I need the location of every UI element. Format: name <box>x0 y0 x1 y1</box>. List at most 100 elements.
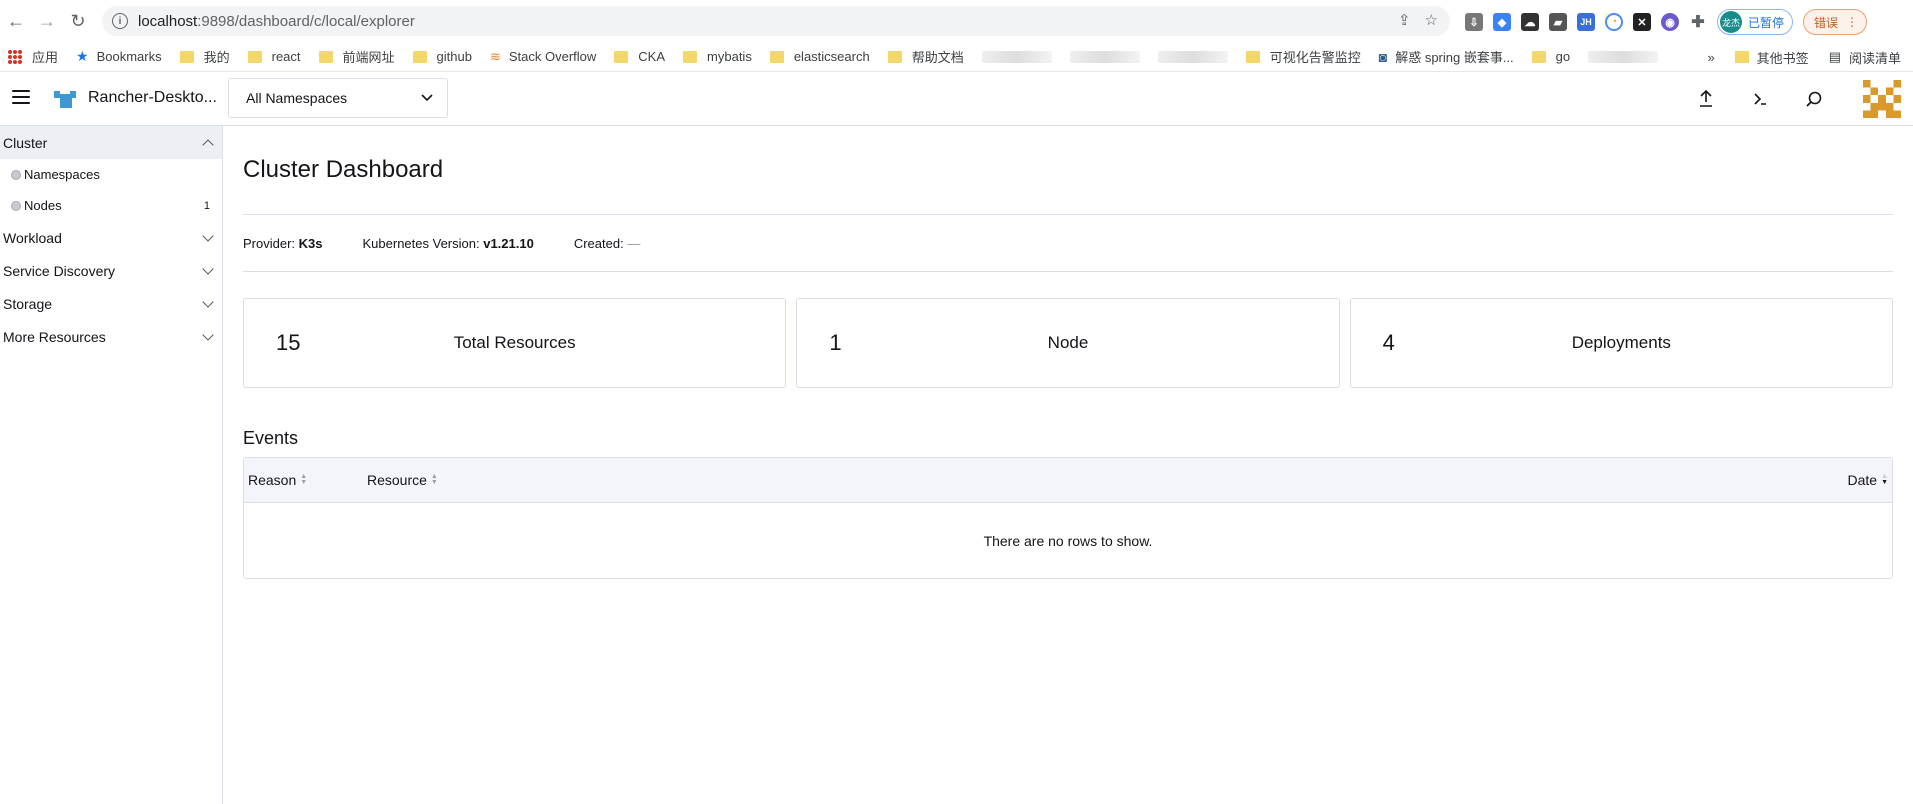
rancher-cluster-icon <box>54 91 76 108</box>
camera-extension-icon[interactable]: ▰ <box>1549 13 1567 31</box>
error-button[interactable]: 错误 ⋮ <box>1803 9 1868 35</box>
folder-icon <box>887 50 902 63</box>
column-date[interactable]: Date ▲ ▼ <box>1847 472 1888 488</box>
kubectl-shell-icon[interactable] <box>1749 88 1771 110</box>
bookmark-item[interactable] <box>1588 50 1659 63</box>
star-icon: ★ <box>76 48 89 64</box>
card-label: Deployments <box>1571 333 1671 352</box>
nav-group-service-discovery[interactable]: Service Discovery <box>0 254 222 287</box>
browser-toolbar: ← → ↻ i localhost:9898/dashboard/c/local… <box>0 0 1913 42</box>
bookmark-item[interactable]: go <box>1531 49 1570 64</box>
namespace-selected-value: All Namespaces <box>246 90 348 106</box>
sort-icon: ▲ ▼ <box>430 473 438 486</box>
card-deployments[interactable]: 4 Deployments <box>1349 298 1893 388</box>
nav-item-nodes[interactable]: Nodes 1 <box>0 190 222 221</box>
folder-icon <box>179 50 194 63</box>
share-icon[interactable]: ⇪ <box>1398 11 1411 29</box>
nav-group-more-resources[interactable]: More Resources <box>0 320 222 353</box>
bookmark-item[interactable]: 我的 <box>179 47 230 66</box>
profile-button[interactable]: 龙杰 已暂停 <box>1717 9 1794 35</box>
redacted-bookmark <box>981 50 1052 63</box>
diamond-extension-icon[interactable]: ◆ <box>1493 13 1511 31</box>
bookmark-item[interactable]: mybatis <box>683 49 752 64</box>
divider <box>243 214 1893 215</box>
bookmark-label: react <box>271 49 301 64</box>
bookmark-label: mybatis <box>707 49 752 64</box>
chevron-down-icon <box>421 94 433 102</box>
nav-group-cluster[interactable]: Cluster <box>0 126 222 159</box>
bookmark-item[interactable] <box>1069 50 1140 63</box>
globe-extension-icon[interactable]: ◉ <box>1661 13 1679 31</box>
empty-table-message: There are no rows to show. <box>983 533 1153 549</box>
redacted-bookmark <box>1069 50 1140 63</box>
bookmarks-bar: 应用 ★ Bookmarks 我的 react 前端网址 github ≋ Stack Over… <box>0 42 1913 72</box>
bookmark-label: 帮助文档 <box>911 50 964 65</box>
bookmark-item[interactable] <box>981 50 1052 63</box>
x-extension-icon[interactable]: ✕ <box>1633 13 1651 31</box>
more-vert-icon: ⋮ <box>1846 15 1859 29</box>
card-label: Node <box>1047 333 1089 352</box>
bookmark-label: 应用 <box>32 50 59 65</box>
bookmark-item[interactable]: 应用 <box>8 47 58 66</box>
nav-item-namespaces[interactable]: Namespaces <box>0 159 222 190</box>
bookmark-item[interactable]: 前端网址 <box>318 47 395 66</box>
card-node[interactable]: 1 Node <box>796 298 1340 388</box>
bookmark-star-icon[interactable]: ☆ <box>1425 11 1438 29</box>
folder-icon <box>1245 50 1260 63</box>
bookmark-item[interactable]: elasticsearch <box>769 49 870 64</box>
events-heading: Events <box>243 428 299 448</box>
back-arrow-icon[interactable]: ← <box>2 7 30 35</box>
cloud-extension-icon[interactable]: ☁ <box>1521 13 1539 31</box>
apps-grid-icon <box>8 49 22 64</box>
column-resource[interactable]: Resource ▲ ▼ <box>367 472 438 488</box>
bookmark-item[interactable]: react <box>247 49 301 64</box>
card-total-resources[interactable]: 15 Total Resources <box>243 298 787 388</box>
user-avatar[interactable] <box>1863 80 1901 118</box>
divider <box>243 271 1893 272</box>
download-extension-icon[interactable]: ⇩ <box>1465 13 1483 31</box>
bookmark-item[interactable]: 可视化告警监控 <box>1245 47 1361 66</box>
reload-icon[interactable]: ↻ <box>64 7 92 35</box>
nav-group-storage[interactable]: Storage <box>0 287 222 320</box>
jh-extension-icon[interactable]: JH <box>1577 13 1595 31</box>
reading-list-icon: ▤ <box>1828 49 1841 64</box>
nav-group-label: More Resources <box>3 328 106 345</box>
error-label: 错误 <box>1814 15 1839 30</box>
column-reason[interactable]: Reason ▲ ▼ <box>248 472 307 488</box>
reading-list[interactable]: ▤ 阅读清单 <box>1829 48 1901 67</box>
nav-group-label: Workload <box>3 229 62 246</box>
redacted-bookmark <box>1157 50 1228 63</box>
bookmark-item[interactable]: 帮助文档 <box>887 47 964 66</box>
namespace-select[interactable]: All Namespaces <box>228 78 448 118</box>
puzzle-extensions-icon[interactable]: ✚ <box>1689 13 1707 31</box>
bookmark-item[interactable]: ◙ 解惑 spring 嵌套事... <box>1379 47 1514 66</box>
sort-icon: ▲ ▼ <box>1881 473 1888 486</box>
folder-icon <box>769 50 784 63</box>
timer-extension-icon[interactable]: ◔ <box>1605 13 1623 31</box>
import-yaml-icon[interactable] <box>1695 88 1717 110</box>
other-bookmarks[interactable]: 其他书签 <box>1734 48 1809 67</box>
bookmark-item[interactable]: ★ Bookmarks <box>76 48 162 65</box>
bookmark-item[interactable]: github <box>412 49 472 64</box>
forward-arrow-icon[interactable]: → <box>33 7 61 35</box>
address-bar[interactable]: i localhost:9898/dashboard/c/local/explo… <box>102 6 1450 36</box>
nav-item-label: Namespaces <box>24 167 100 182</box>
nav-item-count: 1 <box>203 199 210 212</box>
cluster-name[interactable]: Rancher-Deskto... <box>88 89 217 107</box>
bookmark-item[interactable] <box>1157 50 1228 63</box>
profile-status: 已暂停 <box>1748 15 1785 30</box>
folder-icon <box>683 50 698 63</box>
nav-group-workload[interactable]: Workload <box>0 221 222 254</box>
favorite-dot-icon <box>11 200 21 211</box>
site-info-icon[interactable]: i <box>112 13 128 29</box>
bookmark-item[interactable]: ≋ Stack Overflow <box>490 49 596 65</box>
bookmarks-overflow-icon[interactable]: » <box>1707 50 1714 65</box>
search-icon[interactable] <box>1803 88 1825 110</box>
nav-group-label: Storage <box>3 295 53 312</box>
bookmark-item[interactable]: CKA <box>614 49 665 64</box>
url-text: localhost:9898/dashboard/c/local/explore… <box>138 12 415 30</box>
favorite-dot-icon <box>11 169 21 180</box>
hamburger-menu-icon[interactable] <box>12 90 30 104</box>
nav-group-label: Service Discovery <box>3 262 116 279</box>
bookmark-label: CKA <box>638 49 666 64</box>
